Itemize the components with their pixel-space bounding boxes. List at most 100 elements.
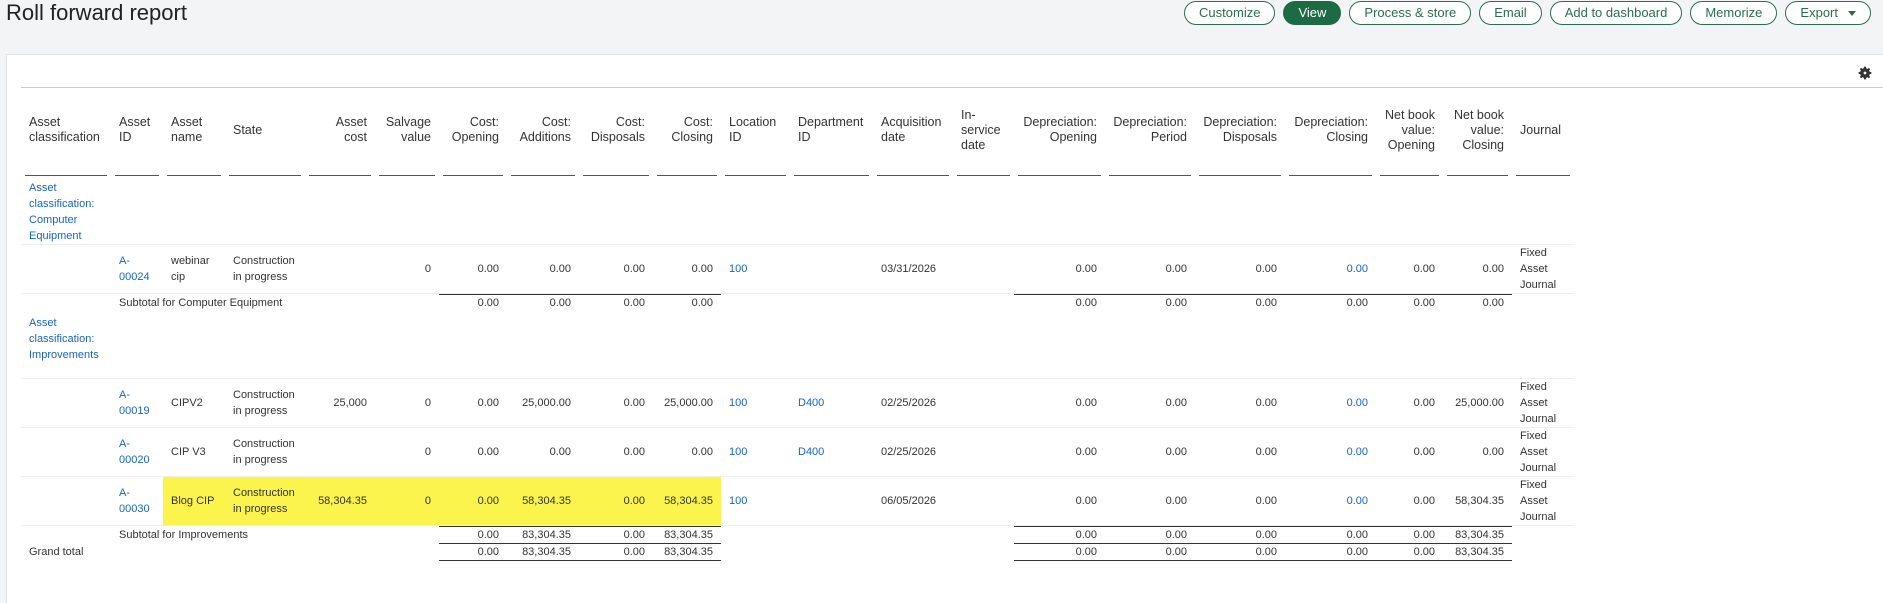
- subtotal-dep-opening: 0.00: [1014, 294, 1105, 311]
- col-cost-additions[interactable]: Cost: Additions: [507, 85, 579, 175]
- dep-period-cell: 0.00: [1105, 428, 1195, 477]
- subtotal-cost-additions: 83,304.35: [507, 526, 579, 543]
- asset-name-cell: CIP V3: [163, 428, 225, 477]
- col-acquisition-date[interactable]: Acquisition date: [873, 85, 953, 175]
- group-label-link[interactable]: Asset classification: Computer Equipment: [21, 176, 111, 245]
- journal-cell: Fixed Asset Journal: [1512, 245, 1574, 294]
- col-journal[interactable]: Journal: [1512, 85, 1574, 175]
- col-salvage-value[interactable]: Salvage value: [375, 85, 439, 175]
- state-cell: Construction in progress: [225, 245, 305, 294]
- process-store-button[interactable]: Process & store: [1349, 1, 1472, 25]
- page-title: Roll forward report: [6, 0, 187, 25]
- subtotal-nbv-opening: 0.00: [1376, 526, 1443, 543]
- col-nbv-closing[interactable]: Net book value: Closing: [1443, 85, 1512, 175]
- in-service-date-cell: [953, 379, 1014, 428]
- dep-closing-link[interactable]: 0.00: [1285, 379, 1376, 428]
- cost-additions-cell: 25,000.00: [507, 379, 579, 428]
- col-dep-period[interactable]: Depreciation: Period: [1105, 85, 1195, 175]
- location-link[interactable]: 100: [721, 245, 790, 294]
- col-dep-disposals[interactable]: Depreciation: Disposals: [1195, 85, 1285, 175]
- in-service-date-cell: [953, 245, 1014, 294]
- salvage-cell: 0: [375, 477, 439, 526]
- col-in-service-date[interactable]: In-service date: [953, 85, 1014, 175]
- col-asset-cost[interactable]: Asset cost: [305, 85, 375, 175]
- col-cost-disposals[interactable]: Cost: Disposals: [579, 85, 653, 175]
- cost-opening-cell: 0.00: [439, 477, 507, 526]
- grand-cost-opening: 0.00: [439, 543, 507, 561]
- asset-id-link[interactable]: A-00019: [111, 379, 163, 428]
- cost-closing-cell: 0.00: [653, 428, 721, 477]
- col-asset-name[interactable]: Asset name: [163, 85, 225, 175]
- customize-button[interactable]: Customize: [1184, 1, 1276, 25]
- subtotal-dep-disposals: 0.00: [1195, 526, 1285, 543]
- department-link[interactable]: [790, 477, 873, 526]
- col-cost-closing[interactable]: Cost: Closing: [653, 85, 721, 175]
- asset-id-link[interactable]: A-00030: [111, 477, 163, 526]
- col-location-id[interactable]: Location ID: [721, 85, 790, 175]
- dep-opening-cell: 0.00: [1014, 477, 1105, 526]
- memorize-button[interactable]: Memorize: [1690, 1, 1778, 25]
- asset-name-cell: CIPV2: [163, 379, 225, 428]
- subtotal-cost-closing: 0.00: [653, 294, 721, 311]
- email-button[interactable]: Email: [1479, 1, 1542, 25]
- report-table: Asset classification Asset ID Asset name…: [21, 85, 1574, 561]
- in-service-date-cell: [953, 477, 1014, 526]
- subtotal-nbv-closing: 0.00: [1443, 294, 1512, 311]
- chevron-down-icon: [1848, 10, 1856, 16]
- subtotal-cost-opening: 0.00: [439, 294, 507, 311]
- subtotal-cost-disposals: 0.00: [579, 526, 653, 543]
- journal-cell: Fixed Asset Journal: [1512, 428, 1574, 477]
- grand-dep-opening: 0.00: [1014, 543, 1105, 561]
- view-button[interactable]: View: [1283, 1, 1342, 25]
- gear-icon[interactable]: [1857, 65, 1873, 81]
- asset-cost-cell: 58,304.35: [305, 477, 375, 526]
- dep-disposals-cell: 0.00: [1195, 477, 1285, 526]
- dep-closing-link[interactable]: 0.00: [1285, 245, 1376, 294]
- subtotal-nbv-closing: 83,304.35: [1443, 526, 1512, 543]
- acquisition-date-cell: 02/25/2026: [873, 428, 953, 477]
- asset-name-cell: Blog CIP: [163, 477, 225, 526]
- cost-additions-cell: 0.00: [507, 245, 579, 294]
- department-link[interactable]: [790, 245, 873, 294]
- export-button[interactable]: Export: [1785, 1, 1871, 25]
- col-nbv-opening[interactable]: Net book value: Opening: [1376, 85, 1443, 175]
- group-label-link[interactable]: Asset classification: Improvements: [21, 311, 111, 379]
- nbv-opening-cell: 0.00: [1376, 477, 1443, 526]
- subtotal-cost-opening: 0.00: [439, 526, 507, 543]
- asset-id-link[interactable]: A-00024: [111, 245, 163, 294]
- add-to-dashboard-button[interactable]: Add to dashboard: [1549, 1, 1683, 25]
- journal-cell: Fixed Asset Journal: [1512, 379, 1574, 428]
- report-panel: Asset classification Asset ID Asset name…: [6, 54, 1883, 603]
- asset-cost-cell: 25,000: [305, 379, 375, 428]
- department-link[interactable]: D400: [790, 379, 873, 428]
- col-asset-id[interactable]: Asset ID: [111, 85, 163, 175]
- location-link[interactable]: 100: [721, 428, 790, 477]
- nbv-opening-cell: 0.00: [1376, 245, 1443, 294]
- col-asset-classification[interactable]: Asset classification: [21, 85, 111, 175]
- state-cell: Construction in progress: [225, 379, 305, 428]
- toolbar: Customize View Process & store Email Add…: [1184, 1, 1871, 25]
- cost-closing-cell: 58,304.35: [653, 477, 721, 526]
- col-dep-closing[interactable]: Depreciation: Closing: [1285, 85, 1376, 175]
- subtotal-row: Subtotal for Improvements 0.00 83,304.35…: [21, 526, 1574, 543]
- dep-period-cell: 0.00: [1105, 245, 1195, 294]
- location-link[interactable]: 100: [721, 379, 790, 428]
- subtotal-label: Subtotal for Improvements: [119, 528, 249, 541]
- group-header-row: Asset classification: Computer Equipment: [21, 176, 1574, 245]
- department-link[interactable]: D400: [790, 428, 873, 477]
- col-cost-opening[interactable]: Cost: Opening: [439, 85, 507, 175]
- dep-closing-link[interactable]: 0.00: [1285, 428, 1376, 477]
- col-department-id[interactable]: Department ID: [790, 85, 873, 175]
- subtotal-cost-closing: 83,304.35: [653, 526, 721, 543]
- subtotal-dep-period: 0.00: [1105, 526, 1195, 543]
- grand-cost-closing: 83,304.35: [653, 543, 721, 561]
- salvage-cell: 0: [375, 379, 439, 428]
- col-dep-opening[interactable]: Depreciation: Opening: [1014, 85, 1105, 175]
- col-state[interactable]: State: [225, 85, 305, 175]
- grand-cost-additions: 83,304.35: [507, 543, 579, 561]
- table-row: A-00019 CIPV2 Construction in progress 2…: [21, 379, 1574, 428]
- dep-closing-link[interactable]: 0.00: [1285, 477, 1376, 526]
- asset-id-link[interactable]: A-00020: [111, 428, 163, 477]
- asset-cost-cell: [305, 245, 375, 294]
- location-link[interactable]: 100: [721, 477, 790, 526]
